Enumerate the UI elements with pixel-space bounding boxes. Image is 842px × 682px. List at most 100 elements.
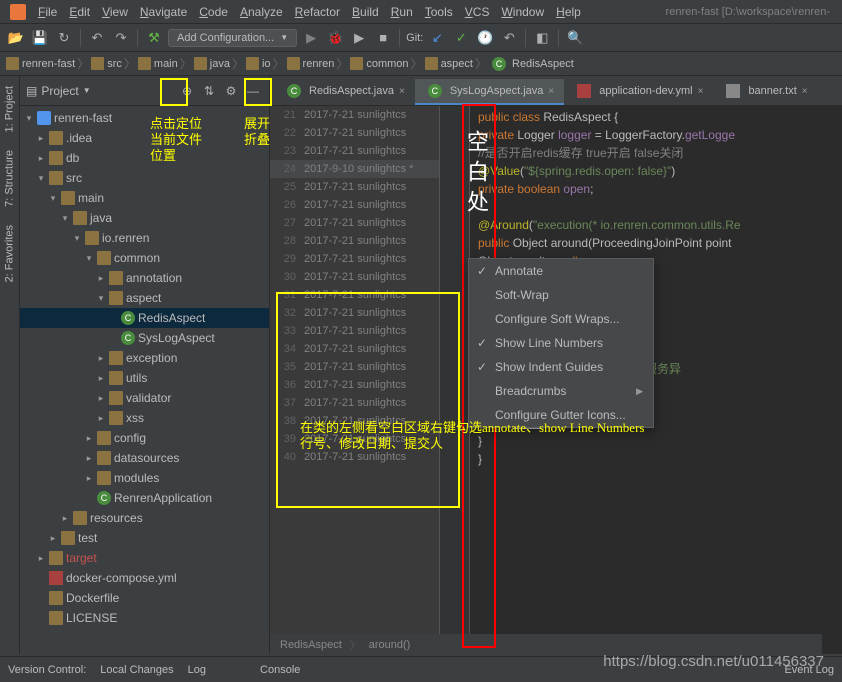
blame-row[interactable]: 272017-7-21 sunlightcs (270, 214, 439, 232)
vcs-update-icon[interactable]: ↙ (427, 28, 447, 48)
blame-row[interactable]: 362017-7-21 sunlightcs (270, 376, 439, 394)
tree-node[interactable]: ▸target (20, 548, 269, 568)
menu-run[interactable]: Run (385, 3, 419, 21)
status-console[interactable]: Console (260, 664, 300, 676)
blame-row[interactable]: 302017-7-21 sunlightcs (270, 268, 439, 286)
tree-node[interactable]: SysLogAspect (20, 328, 269, 348)
undo-icon[interactable]: ↶ (87, 28, 107, 48)
breadcrumb-item[interactable]: RedisAspect (489, 57, 574, 71)
debug-icon[interactable]: 🐞 (325, 28, 345, 48)
context-menu-item[interactable]: Show Indent Guides (469, 355, 653, 379)
vcs-revert-icon[interactable]: ↶ (499, 28, 519, 48)
breadcrumb-item[interactable]: src (91, 57, 122, 70)
editor-tab[interactable]: SysLogAspect.java× (415, 79, 564, 105)
blame-row[interactable]: 332017-7-21 sunlightcs (270, 322, 439, 340)
status-local-changes[interactable]: Local Changes (100, 664, 173, 676)
tree-node[interactable]: ▾renren-fast (20, 108, 269, 128)
blame-row[interactable]: 262017-7-21 sunlightcs (270, 196, 439, 214)
tree-node[interactable]: docker-compose.yml (20, 568, 269, 588)
blame-row[interactable]: 312017-7-21 sunlightcs (270, 286, 439, 304)
menu-navigate[interactable]: Navigate (134, 3, 193, 21)
blame-row[interactable]: 352017-7-21 sunlightcs (270, 358, 439, 376)
structure-icon[interactable]: ◧ (532, 28, 552, 48)
tree-node[interactable]: ▸modules (20, 468, 269, 488)
tree-node[interactable]: ▾src (20, 168, 269, 188)
vcs-history-icon[interactable]: 🕐 (475, 28, 495, 48)
menu-vcs[interactable]: VCS (459, 3, 496, 21)
annotate-gutter[interactable]: 212017-7-21 sunlightcs222017-7-21 sunlig… (270, 106, 440, 654)
refresh-icon[interactable]: ↻ (54, 28, 74, 48)
menu-code[interactable]: Code (193, 3, 234, 21)
blame-row[interactable]: 242017-9-10 sunlightcs * (270, 160, 439, 178)
blame-row[interactable]: 292017-7-21 sunlightcs (270, 250, 439, 268)
menu-edit[interactable]: Edit (63, 3, 96, 21)
tree-node[interactable]: Dockerfile (20, 588, 269, 608)
blame-row[interactable]: 222017-7-21 sunlightcs (270, 124, 439, 142)
tree-node[interactable]: ▸datasources (20, 448, 269, 468)
blame-row[interactable]: 212017-7-21 sunlightcs (270, 106, 439, 124)
menu-file[interactable]: File (32, 3, 63, 21)
breadcrumb-item[interactable]: renren (287, 57, 335, 70)
tree-node[interactable]: ▾io.renren (20, 228, 269, 248)
breadcrumb-item[interactable]: renren-fast (6, 57, 75, 70)
breadcrumb-item[interactable]: io (246, 57, 271, 70)
run-icon[interactable]: ▶ (301, 28, 321, 48)
locate-icon[interactable]: ⊕ (177, 81, 197, 101)
tree-node[interactable]: LICENSE (20, 608, 269, 628)
tree-node[interactable]: ▸test (20, 528, 269, 548)
save-icon[interactable]: 💾 (30, 28, 50, 48)
status-log[interactable]: Log (188, 664, 206, 676)
tree-node[interactable]: ▾java (20, 208, 269, 228)
editor-tab[interactable]: RedisAspect.java× (274, 79, 415, 105)
tree-node[interactable]: ▸.idea (20, 128, 269, 148)
gear-icon[interactable]: ⚙ (221, 81, 241, 101)
hammer-icon[interactable]: ⚒ (144, 28, 164, 48)
blame-row[interactable]: 282017-7-21 sunlightcs (270, 232, 439, 250)
menu-refactor[interactable]: Refactor (289, 3, 346, 21)
breadcrumb-item[interactable]: main (138, 57, 178, 70)
tree-node[interactable]: RenrenApplication (20, 488, 269, 508)
tree-node[interactable]: ▾main (20, 188, 269, 208)
menu-tools[interactable]: Tools (419, 3, 459, 21)
tool-tab-structure[interactable]: 7: Structure (0, 140, 19, 215)
status-vc-label[interactable]: Version Control: (8, 664, 86, 676)
tree-node[interactable]: ▾common (20, 248, 269, 268)
breadcrumb-class[interactable]: RedisAspect (280, 639, 342, 651)
tree-node[interactable]: ▸exception (20, 348, 269, 368)
editor-tab[interactable]: banner.txt× (713, 79, 817, 105)
search-icon[interactable]: 🔍 (565, 28, 585, 48)
redo-icon[interactable]: ↷ (111, 28, 131, 48)
blame-row[interactable]: 232017-7-21 sunlightcs (270, 142, 439, 160)
tree-node[interactable]: ▸validator (20, 388, 269, 408)
tree-node[interactable]: ▸xss (20, 408, 269, 428)
menu-build[interactable]: Build (346, 3, 385, 21)
tree-node[interactable]: ▸utils (20, 368, 269, 388)
collapse-icon[interactable]: — (243, 81, 263, 101)
breadcrumb-item[interactable]: common (350, 57, 408, 70)
tree-node[interactable]: ▸config (20, 428, 269, 448)
tree-node[interactable]: ▸annotation (20, 268, 269, 288)
breadcrumb-method[interactable]: around() (369, 639, 411, 651)
blame-row[interactable]: 322017-7-21 sunlightcs (270, 304, 439, 322)
blame-row[interactable]: 252017-7-21 sunlightcs (270, 178, 439, 196)
context-menu-item[interactable]: Configure Soft Wraps... (469, 307, 653, 331)
tool-tab-project[interactable]: 1: Project (0, 76, 19, 140)
tree-node[interactable]: ▾aspect (20, 288, 269, 308)
menu-help[interactable]: Help (550, 3, 587, 21)
menu-view[interactable]: View (96, 3, 134, 21)
tree-node[interactable]: ▸db (20, 148, 269, 168)
context-menu-item[interactable]: Annotate (469, 259, 653, 283)
run-config-combo[interactable]: Add Configuration...▼ (168, 29, 297, 47)
blame-row[interactable]: 342017-7-21 sunlightcs (270, 340, 439, 358)
breadcrumb-item[interactable]: java (194, 57, 230, 70)
stop-icon[interactable]: ■ (373, 28, 393, 48)
context-menu-item[interactable]: Breadcrumbs▶ (469, 379, 653, 403)
tree-node[interactable]: ▸resources (20, 508, 269, 528)
blame-row[interactable]: 372017-7-21 sunlightcs (270, 394, 439, 412)
tree-node[interactable]: RedisAspect (20, 308, 269, 328)
menu-window[interactable]: Window (495, 3, 550, 21)
sort-icon[interactable]: ⇅ (199, 81, 219, 101)
editor-tab[interactable]: application-dev.yml× (564, 79, 713, 105)
breadcrumb-item[interactable]: aspect (425, 57, 473, 70)
context-menu-item[interactable]: Soft-Wrap (469, 283, 653, 307)
